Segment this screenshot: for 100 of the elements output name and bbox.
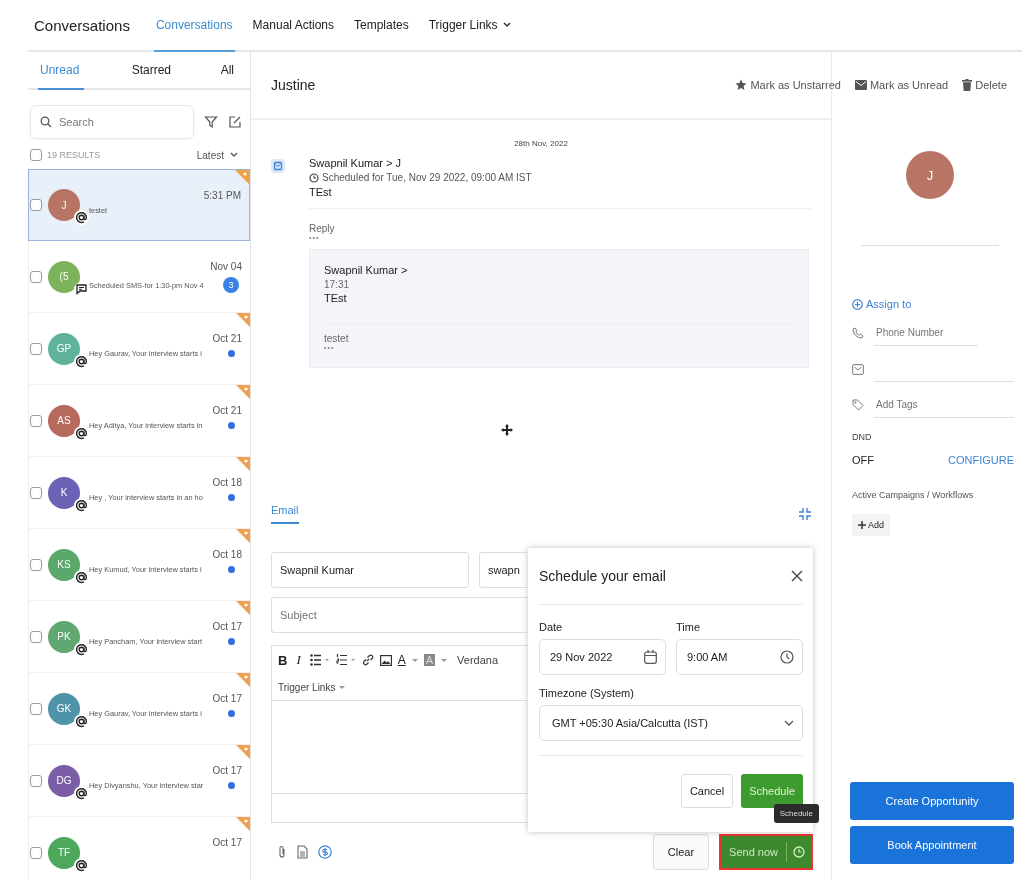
inbox-tab[interactable]: Starred [129, 52, 173, 90]
caret-icon [339, 685, 346, 689]
image-icon[interactable] [379, 654, 392, 666]
timestamp: 5:31 PM [203, 190, 241, 201]
row-checkbox[interactable] [30, 702, 42, 715]
cancel-button[interactable]: Cancel [680, 774, 734, 808]
phone-icon [852, 327, 864, 339]
row-checkbox[interactable] [30, 558, 42, 571]
timestamp: Oct 17 [212, 693, 242, 704]
timezone-dropdown[interactable]: GMT +05:30 Asia/Calcutta (IST) [539, 705, 803, 741]
dnd-label: DND [852, 432, 873, 442]
search-field[interactable]: Search [30, 105, 194, 139]
envelope-icon [852, 363, 864, 375]
from-name-field[interactable]: Swapnil Kumar [271, 552, 469, 588]
filter-icon[interactable] [204, 115, 218, 129]
clock-icon[interactable] [793, 846, 805, 858]
action-button[interactable]: Book Appointment [850, 826, 1014, 864]
avatar: PK [48, 620, 80, 653]
avatar: GP [48, 332, 80, 365]
date-field[interactable]: 29 Nov 2022 [539, 639, 666, 675]
row-checkbox[interactable] [30, 486, 42, 499]
phone-field[interactable]: Phone Number [874, 320, 978, 346]
assign-link[interactable]: Assign to [852, 298, 1014, 310]
row-checkbox[interactable] [30, 630, 42, 643]
dollar-icon[interactable] [318, 845, 332, 859]
nav-tab[interactable]: Manual Actions [250, 0, 336, 52]
dnd-status: OFF [852, 454, 874, 466]
inbox-tab[interactable]: All [218, 52, 236, 90]
avatar: GK [48, 692, 80, 725]
text-color-button[interactable]: A [397, 653, 406, 667]
tag-icon [852, 399, 864, 411]
at-sign-icon [74, 353, 89, 369]
field-label: Timezone (System) [539, 687, 635, 699]
paperclip-icon[interactable] [277, 845, 287, 859]
action-button[interactable]: Delete [962, 79, 1007, 91]
results-count: 19 RESULTS [47, 150, 102, 160]
avatar: K [48, 476, 80, 509]
avatar: J [48, 189, 80, 221]
at-sign-icon [74, 641, 89, 657]
inbox-tab[interactable]: Unread [38, 52, 84, 90]
search-icon [40, 116, 52, 128]
at-sign-icon [74, 713, 89, 729]
row-checkbox[interactable] [30, 846, 42, 859]
plus-circle-icon [852, 298, 863, 310]
from-email-field[interactable]: swapn [479, 552, 527, 588]
timestamp: Nov 04 [210, 261, 242, 272]
quote-body: TEst [324, 292, 794, 325]
avatar: DG [48, 764, 80, 797]
numbered-list-icon[interactable] [335, 654, 356, 666]
channel-tab[interactable]: Email [271, 504, 299, 524]
nav-tab[interactable]: Trigger Links [426, 0, 513, 52]
row-checkbox[interactable] [30, 342, 42, 355]
action-button[interactable]: Mark as Unstarred [735, 79, 841, 91]
quote-sender: Swapnil Kumar > [324, 264, 409, 276]
clock-icon [780, 650, 794, 664]
campaigns-label: Active Campaigns / Workflows [852, 490, 975, 500]
bold-button[interactable]: B [278, 652, 288, 668]
field-label: Time [676, 621, 702, 633]
close-icon[interactable] [791, 570, 803, 582]
caret-icon [411, 658, 418, 662]
collapse-icon[interactable] [799, 508, 811, 520]
page-title: Conversations [34, 16, 130, 34]
nav-tab[interactable]: Templates [352, 0, 411, 52]
action-button[interactable]: Create Opportunity [850, 782, 1014, 820]
trigger-links-dropdown[interactable]: Trigger Links [272, 674, 346, 700]
compose-icon[interactable] [228, 115, 242, 129]
contact-avatar: J [906, 151, 954, 199]
tags-field[interactable]: Add Tags [874, 392, 1014, 418]
bullet-list-icon[interactable] [309, 654, 330, 666]
chat-icon [74, 281, 89, 297]
row-checkbox[interactable] [30, 270, 42, 283]
font-selector[interactable]: Verdana [457, 654, 499, 666]
row-checkbox[interactable] [30, 774, 42, 787]
trash-icon [962, 79, 973, 91]
time-field[interactable]: 9:00 AM [676, 639, 803, 675]
italic-button[interactable]: I [293, 652, 304, 668]
add-button[interactable]: Add [852, 514, 890, 536]
timestamp: Oct 17 [212, 765, 242, 776]
conversation-title: Justine [271, 77, 316, 93]
at-sign-icon [74, 210, 89, 225]
avatar: KS [48, 548, 80, 581]
select-all-checkbox[interactable] [30, 149, 42, 161]
timestamp: Oct 17 [212, 621, 242, 632]
link-icon[interactable] [361, 654, 374, 666]
star-icon [735, 79, 748, 91]
configure-link[interactable]: CONFIGURE [948, 454, 1014, 466]
at-sign-icon [74, 497, 89, 513]
action-button[interactable]: Mark as Unread [854, 79, 949, 91]
subject-field[interactable]: Subject [271, 597, 527, 633]
document-icon[interactable] [297, 845, 308, 859]
clock-icon [309, 172, 319, 183]
at-sign-icon [74, 569, 89, 585]
nav-tab[interactable]: Conversations [153, 0, 235, 52]
caret-icon [784, 720, 794, 726]
sort-dropdown[interactable]: Latest [196, 149, 238, 161]
email-icon [271, 159, 285, 173]
clear-button[interactable]: Clear [652, 834, 710, 870]
timestamp: Oct 21 [212, 405, 242, 416]
row-checkbox[interactable] [30, 414, 42, 427]
row-checkbox[interactable] [30, 199, 42, 211]
